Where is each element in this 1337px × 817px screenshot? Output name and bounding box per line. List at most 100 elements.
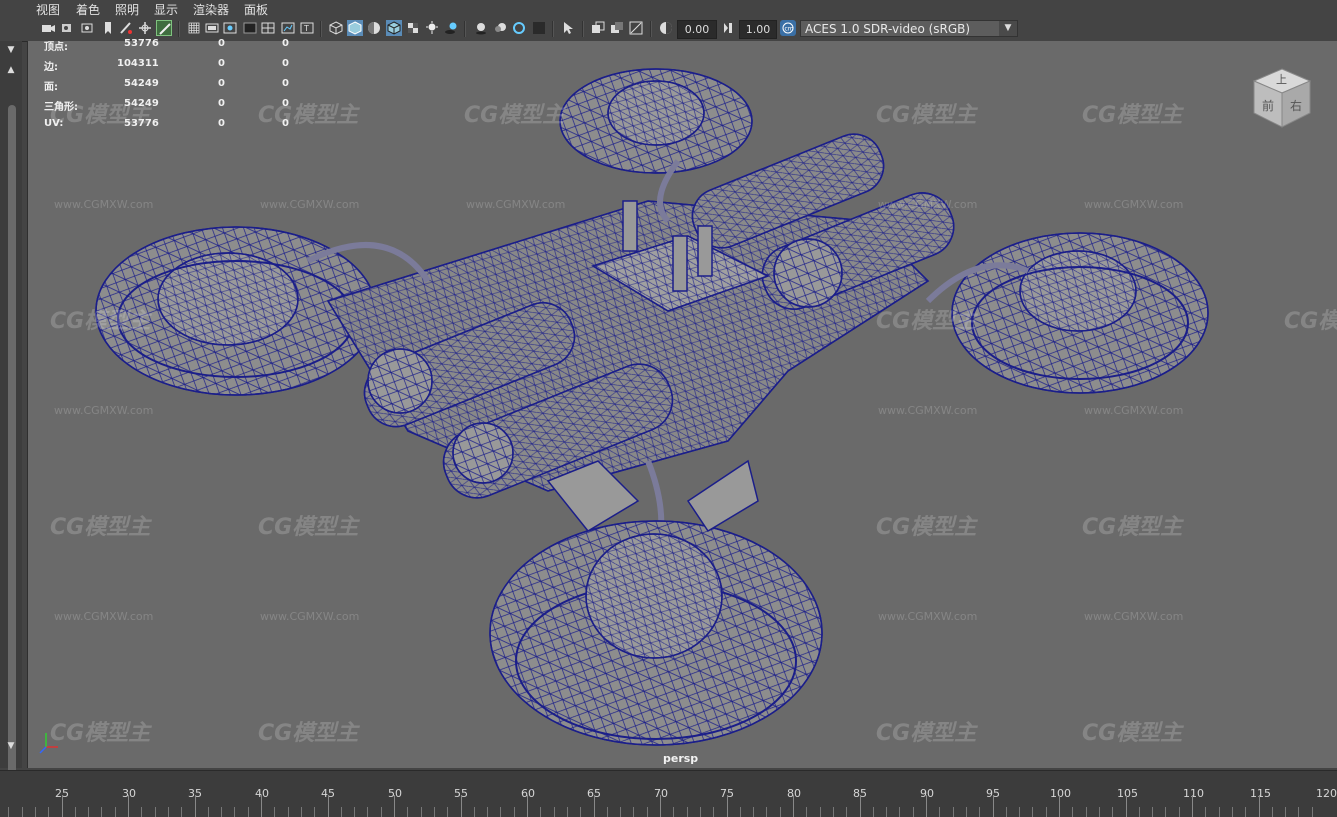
hud-value: 104311 — [117, 58, 159, 69]
watermark-url: www.CGMXW.com — [54, 404, 154, 417]
hud-value: 0 — [218, 58, 225, 69]
viewport-menu-bar: 视图 着色 照明 显示 渲染器 面板 — [0, 0, 1337, 18]
hud-label: 边: — [44, 62, 58, 73]
wireframe-on-shaded-icon[interactable] — [386, 20, 402, 36]
xray-icon[interactable] — [590, 20, 606, 36]
watermark-url: www.CGMXW.com — [54, 198, 154, 211]
toolbar-separator — [178, 21, 180, 37]
pan-zoom-icon[interactable] — [137, 20, 153, 36]
menu-view[interactable]: 视图 — [36, 1, 60, 18]
watermark-logo: CG模型主 — [1082, 721, 1183, 746]
timeline-tick-label: 105 — [1117, 787, 1138, 800]
view-transform-icon[interactable]: cm — [780, 20, 796, 36]
gamma-field[interactable]: 1.00 — [739, 20, 777, 39]
timeline-tick-label: 50 — [388, 787, 402, 800]
scroll-up-icon[interactable]: ▼ — [4, 45, 18, 57]
hud-label: 三角形: — [44, 102, 78, 113]
time-slider[interactable]: 25 30 35 40 45 50 55 60 65 70 75 80 85 9… — [0, 770, 1337, 817]
timeline-tick-mark — [460, 795, 462, 817]
hud-value: 0 — [282, 118, 289, 129]
gate-mask-icon[interactable] — [242, 20, 258, 36]
hud-value: 53776 — [124, 118, 159, 129]
fan-bottom — [489, 459, 823, 746]
textured-icon[interactable] — [405, 20, 421, 36]
watermark-url: www.CGMXW.com — [466, 198, 566, 211]
smooth-shade-icon[interactable] — [347, 20, 363, 36]
watermark-logo: CG模型主 — [1082, 515, 1183, 540]
hud-value: 0 — [218, 78, 225, 89]
timeline-tick-label: 120 — [1316, 787, 1337, 800]
camera-name-label: persp — [663, 752, 699, 765]
scroll-down-icon[interactable]: ▼ — [4, 741, 18, 753]
timeline-tick-mark — [726, 795, 728, 817]
toolbar-separator — [320, 21, 322, 37]
resolution-gate-icon[interactable] — [222, 20, 238, 36]
watermark-url: www.CGMXW.com — [260, 198, 360, 211]
color-space-dropdown[interactable]: ACES 1.0 SDR-video (sRGB) ▼ — [800, 20, 1018, 37]
image-plane-icon[interactable] — [80, 20, 96, 36]
hud-label: 面: — [44, 82, 58, 93]
grid-icon[interactable] — [186, 20, 202, 36]
xray-active-components-icon[interactable] — [609, 20, 625, 36]
camera-select-icon[interactable] — [40, 20, 56, 36]
grease-pencil-icon[interactable] — [118, 20, 134, 36]
view-cube-front-label: 前 — [1262, 99, 1275, 113]
watermark-logo: CG模型主 — [258, 103, 359, 128]
isolate-select-icon[interactable] — [560, 20, 576, 36]
watermark-logo: CG模型主 — [876, 103, 977, 128]
hud-value: 53776 — [124, 38, 159, 49]
xray-joints-icon[interactable] — [628, 20, 644, 36]
exposure-icon[interactable] — [658, 20, 674, 36]
menu-panels[interactable]: 面板 — [244, 1, 268, 18]
watermark-url: www.CGMXW.com — [260, 610, 360, 623]
shadows-icon[interactable] — [443, 20, 459, 36]
hud-value: 54249 — [124, 78, 159, 89]
toolbar-separator — [582, 21, 584, 37]
field-chart-icon[interactable] — [260, 20, 276, 36]
menu-shading[interactable]: 着色 — [76, 1, 100, 18]
2d-pan-zoom-icon[interactable] — [156, 20, 172, 36]
safe-action-icon[interactable] — [280, 20, 296, 36]
lights-icon[interactable] — [424, 20, 440, 36]
timeline-tick-mark — [128, 795, 129, 817]
fan-right — [951, 232, 1209, 394]
gamma-icon[interactable] — [720, 20, 736, 36]
wireframe-icon[interactable] — [328, 20, 344, 36]
watermark-url: www.CGMXW.com — [1084, 198, 1184, 211]
camera-attributes-icon[interactable] — [60, 20, 76, 36]
toolbar-separator — [464, 21, 466, 37]
scroll-up-arrow-icon[interactable]: ▲ — [4, 65, 18, 77]
perspective-viewport[interactable]: 上 前 右 CG模型主 CG模型主 CG模型主 CG模型主 CG模型主 www.… — [27, 41, 1337, 768]
timeline-tick-mark — [859, 795, 861, 817]
timeline-tick-mark — [992, 795, 994, 817]
hud-label: 顶点: — [44, 42, 68, 53]
toolbar-separator — [650, 21, 652, 37]
timeline-tick-label: 40 — [255, 787, 269, 800]
exposure-field[interactable]: 0.00 — [677, 20, 717, 39]
hud-value: 0 — [218, 118, 225, 129]
ambient-occlusion-icon[interactable] — [473, 20, 489, 36]
film-gate-icon[interactable] — [204, 20, 220, 36]
depth-of-field-icon[interactable] — [531, 20, 547, 36]
timeline-tick-mark — [61, 795, 63, 817]
timeline-tick-mark — [593, 795, 595, 817]
bookmark-icon[interactable] — [100, 20, 116, 36]
menu-show[interactable]: 显示 — [154, 1, 178, 18]
menu-renderer[interactable]: 渲染器 — [193, 1, 229, 18]
timeline-tick-mark — [194, 795, 196, 817]
vertical-scrollbar[interactable] — [8, 105, 16, 775]
timeline-tick-mark — [660, 795, 661, 817]
watermark-url: www.CGMXW.com — [878, 404, 978, 417]
timeline-tick-label: 110 — [1183, 787, 1204, 800]
motion-blur-icon[interactable] — [492, 20, 508, 36]
watermark-logo: CG模型主 — [464, 103, 565, 128]
hud-value: 0 — [282, 98, 289, 109]
default-material-icon[interactable] — [366, 20, 382, 36]
view-cube[interactable]: 上 前 右 — [1252, 67, 1312, 129]
safe-title-icon[interactable]: T — [299, 20, 315, 36]
anti-aliasing-icon[interactable] — [511, 20, 527, 36]
menu-lighting[interactable]: 照明 — [115, 1, 139, 18]
timeline-tick-mark — [1258, 795, 1260, 817]
watermark-url: www.CGMXW.com — [54, 610, 154, 623]
fan-top — [559, 68, 753, 174]
